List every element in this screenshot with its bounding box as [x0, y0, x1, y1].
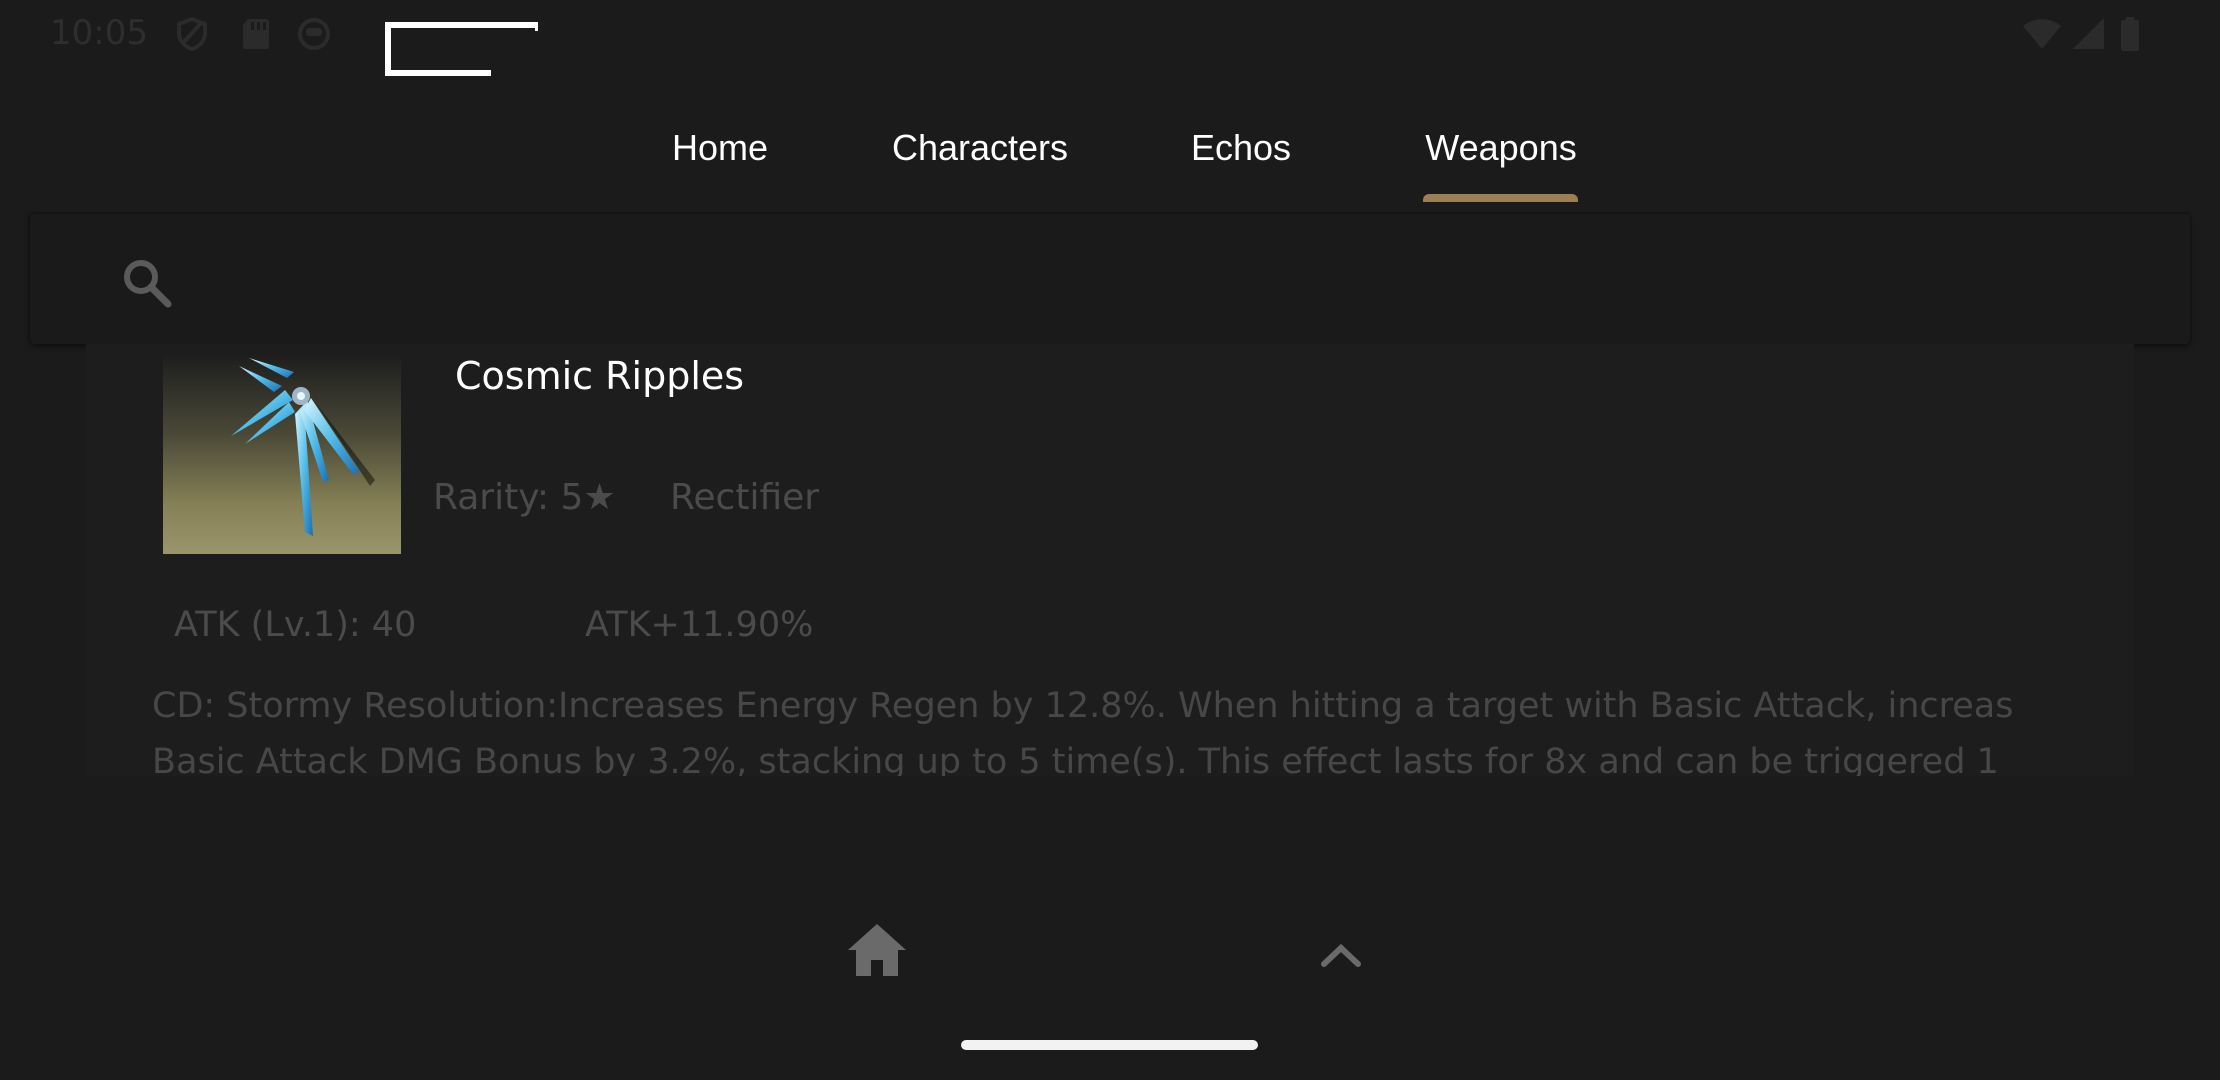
weapon-rarity: Rarity: 5★ [433, 477, 616, 518]
weapon-type: Rectifier [670, 477, 820, 518]
weapon-name: Cosmic Ripples [455, 354, 745, 398]
sd-card-icon [243, 19, 269, 49]
home-icon[interactable] [846, 922, 908, 978]
status-time: 10:05 [50, 13, 148, 53]
shield-icon [177, 16, 207, 52]
tab-characters[interactable]: Characters [882, 128, 1078, 198]
app-logo-mark [385, 22, 538, 76]
search-input[interactable] [210, 244, 2114, 316]
tab-weapons[interactable]: Weapons [1418, 128, 1584, 198]
battery-icon [2121, 17, 2139, 51]
app-badge-icon [298, 18, 330, 50]
cellular-signal-icon [2073, 18, 2104, 49]
skill-description-line: CD: Stormy Resolution:Increases Energy R… [152, 686, 2014, 726]
tab-echos[interactable]: Echos [1186, 128, 1296, 198]
tab-home[interactable]: Home [666, 128, 774, 198]
wifi-icon [2023, 19, 2061, 49]
weapon-list: Cosmic Ripples Rarity: 5★ Rectifier ATK … [86, 344, 2134, 776]
weapon-image [231, 358, 375, 536]
status-bar: 10:05 [0, 0, 2220, 76]
weapon-thumbnail [163, 354, 401, 554]
chevron-up-icon[interactable] [1318, 940, 1364, 972]
search-bar[interactable] [30, 214, 2190, 344]
top-tab-bar: Home Characters Echos Weapons [0, 110, 2220, 204]
search-icon[interactable] [118, 254, 178, 314]
selected-tab-indicator [1423, 194, 1578, 202]
weapon-secondary-stat: ATK+11.90% [585, 605, 814, 645]
skill-description-line: Basic Attack DMG Bonus by 3.2%, stacking… [152, 742, 1999, 776]
system-gesture-bar[interactable] [961, 1040, 1258, 1050]
weapon-base-atk: ATK (Lv.1): 40 [174, 605, 417, 645]
app-screen: 10:05 Home Characters Echos Weapons Cosm… [0, 0, 2220, 1080]
weapon-skill-description: CD: Stormy Resolution:Increases Energy R… [152, 678, 2134, 776]
